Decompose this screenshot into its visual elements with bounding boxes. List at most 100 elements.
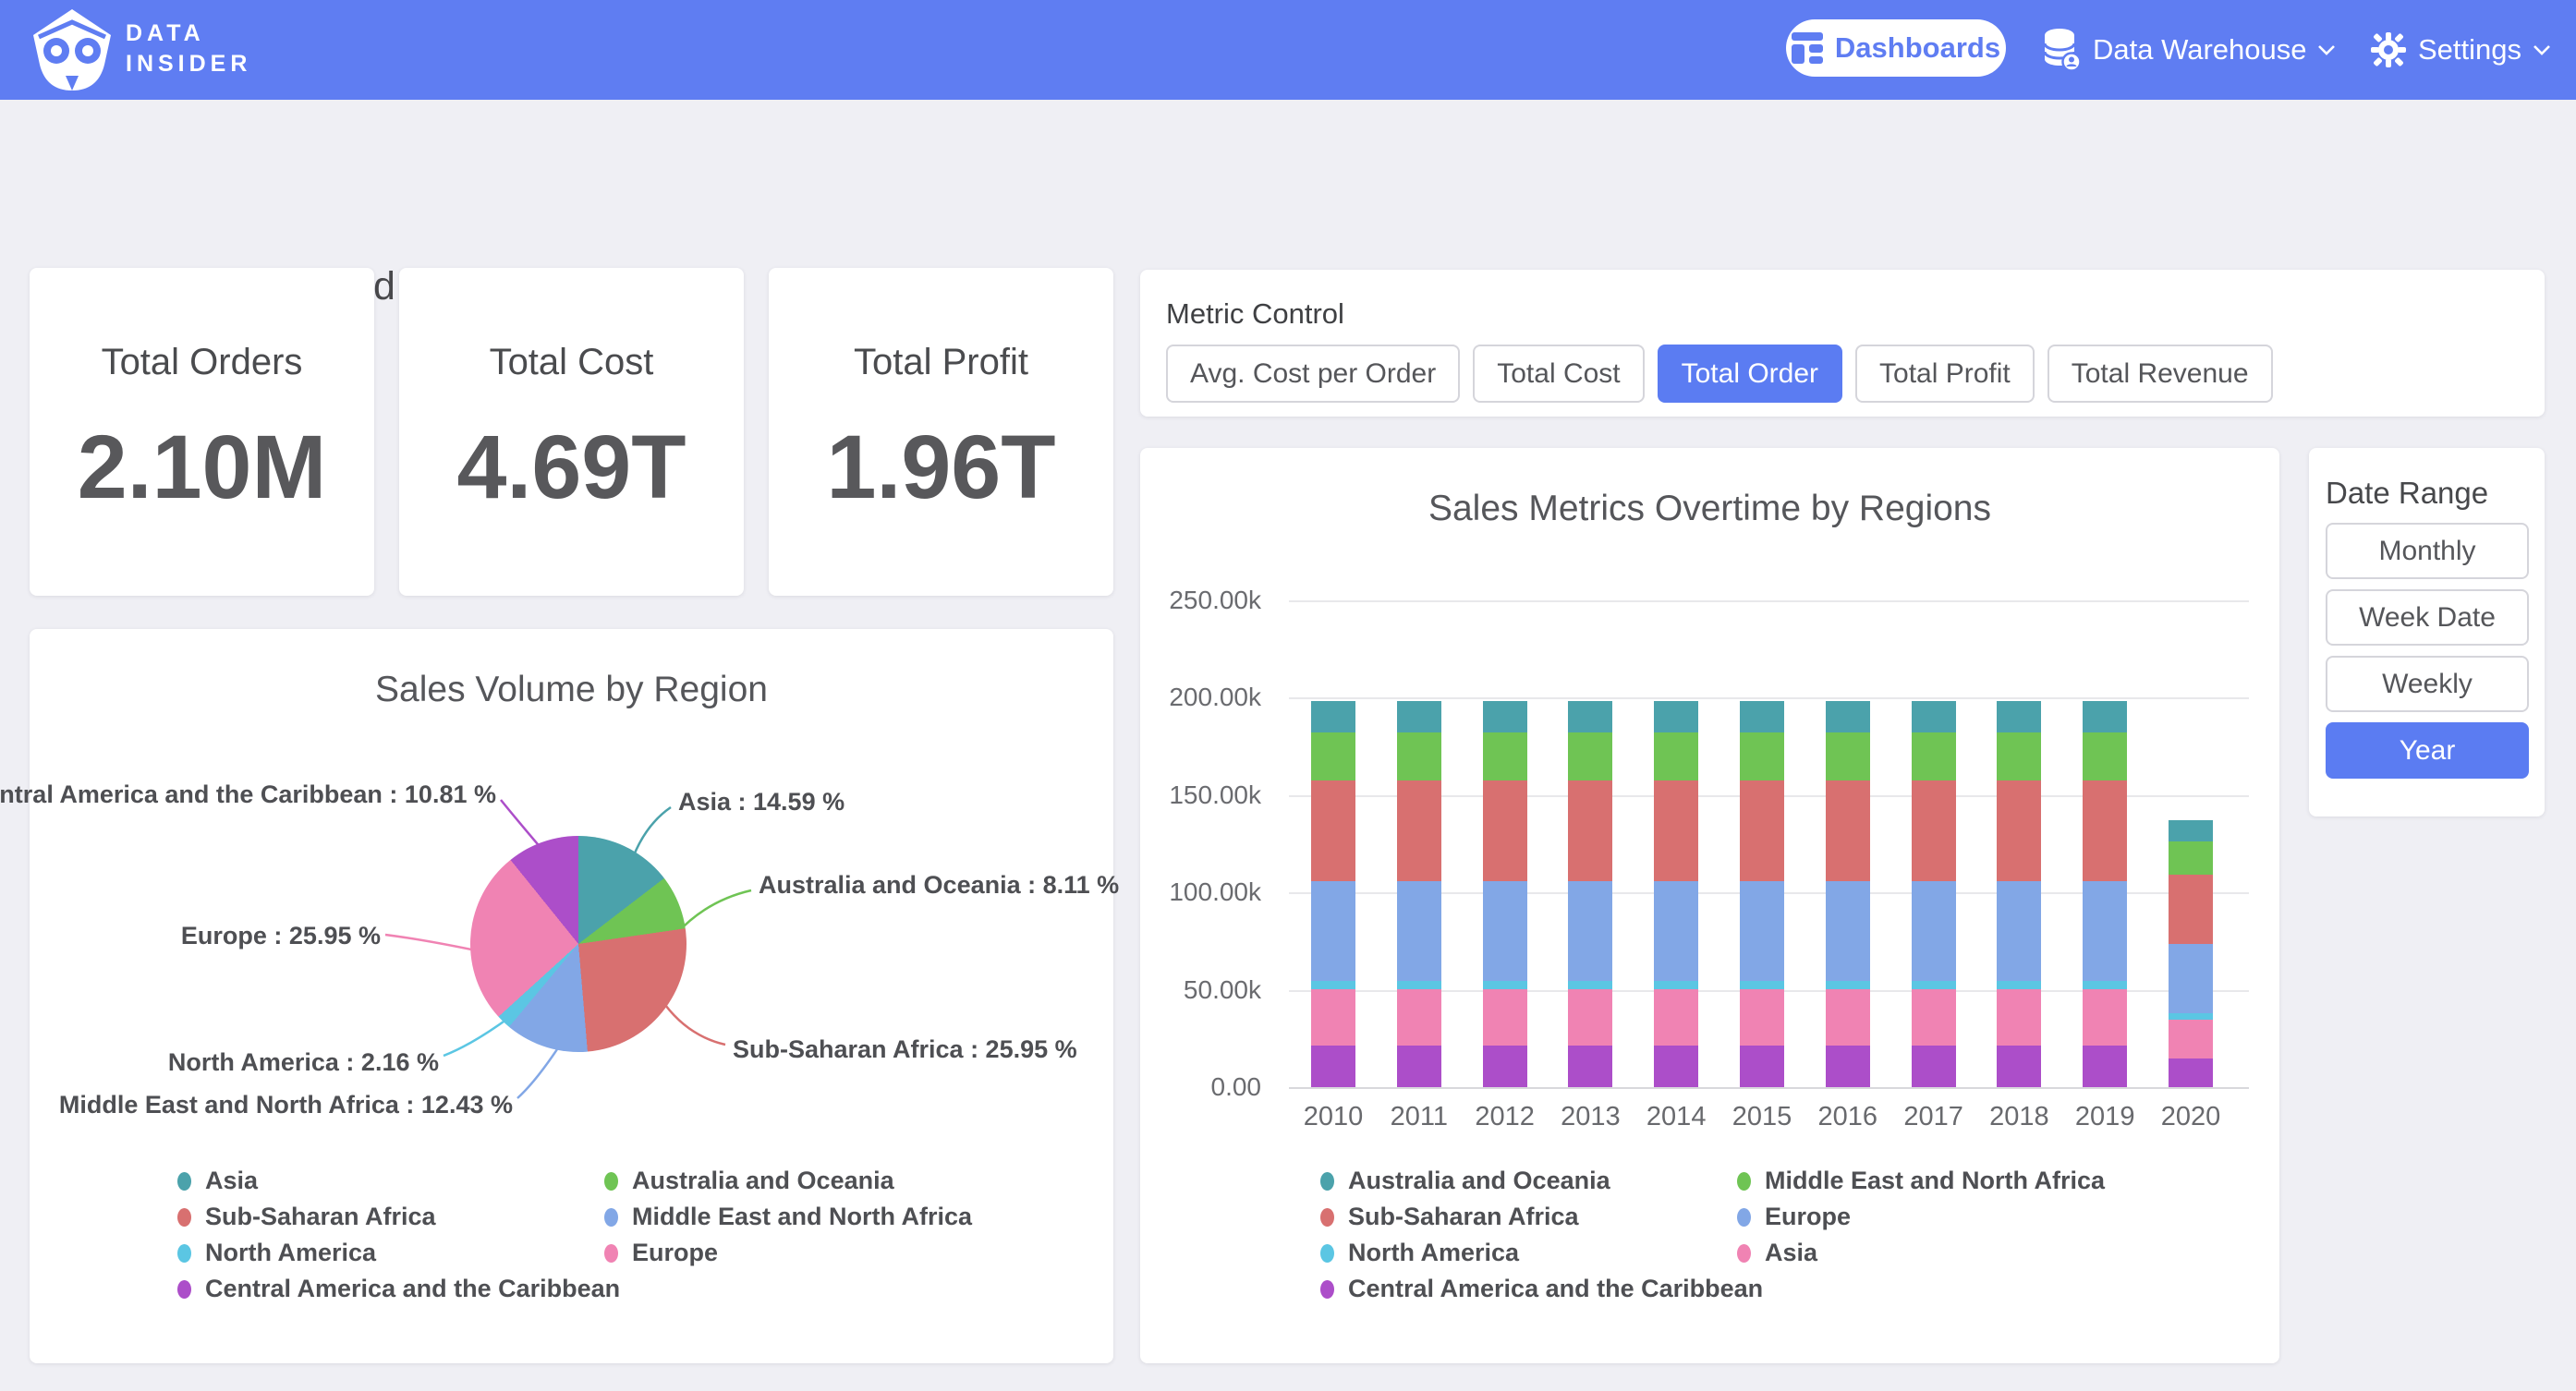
nav-settings-label: Settings bbox=[2418, 33, 2521, 67]
legend-dot-icon bbox=[1737, 1208, 1751, 1227]
pie-slice-label: Middle East and North Africa : 12.43 % bbox=[59, 1091, 513, 1119]
legend-item[interactable]: Asia bbox=[1737, 1235, 2105, 1271]
legend-item[interactable]: North America bbox=[177, 1235, 620, 1271]
bar-segment bbox=[1483, 1046, 1527, 1087]
brand-line2: INSIDER bbox=[126, 49, 251, 79]
bar-segment bbox=[1826, 780, 1870, 880]
date-range-card: Date Range MonthlyWeek DateWeeklyYear bbox=[2309, 448, 2545, 816]
legend-dot-icon bbox=[1320, 1280, 1334, 1299]
bar-segment bbox=[2169, 820, 2213, 841]
legend-item[interactable]: Asia bbox=[177, 1163, 620, 1199]
page-header: Sales Dashboard Add Filter Boost: Off bbox=[0, 100, 2576, 238]
legend-item[interactable]: Central America and the Caribbean bbox=[177, 1271, 620, 1307]
legend-item[interactable]: Europe bbox=[604, 1235, 972, 1271]
legend-item[interactable]: Middle East and North Africa bbox=[1737, 1163, 2105, 1199]
legend-label: Middle East and North Africa bbox=[632, 1203, 972, 1231]
bar-2019 bbox=[2083, 701, 2127, 1087]
metric-button-total-order[interactable]: Total Order bbox=[1658, 345, 1842, 403]
bar-segment bbox=[1997, 989, 2041, 1046]
bar-segment bbox=[1826, 989, 1870, 1046]
bar-segment bbox=[2083, 780, 2127, 880]
bar-segment bbox=[1740, 981, 1784, 989]
bar-segment bbox=[2169, 1058, 2213, 1087]
bar-2016 bbox=[1826, 701, 1870, 1087]
legend-label: Europe bbox=[632, 1239, 718, 1267]
bar-segment bbox=[1483, 881, 1527, 981]
nav-data-warehouse-label: Data Warehouse bbox=[2093, 33, 2306, 67]
bar-segment bbox=[1311, 701, 1355, 732]
kpi-value: 4.69T bbox=[399, 416, 744, 519]
legend-dot-icon bbox=[1320, 1208, 1334, 1227]
bar-segment bbox=[2169, 1020, 2213, 1058]
legend-dot-icon bbox=[604, 1244, 618, 1263]
bar-segment bbox=[1654, 989, 1698, 1046]
bar-segment bbox=[1397, 881, 1441, 981]
legend-column: Australia and OceaniaSub-Saharan Africa N… bbox=[1320, 1163, 1763, 1307]
bar-segment bbox=[1654, 732, 1698, 780]
legend-item[interactable]: Australia and Oceania bbox=[1320, 1163, 1763, 1199]
legend-item[interactable]: North America bbox=[1320, 1235, 1763, 1271]
legend-item[interactable]: Sub-Saharan Africa bbox=[177, 1199, 620, 1235]
bar-2015 bbox=[1740, 701, 1784, 1087]
bar-segment bbox=[1912, 780, 1956, 880]
bar-segment bbox=[1397, 1046, 1441, 1087]
app-root: DATA INSIDER Dashboards Data Ware bbox=[0, 0, 2576, 1391]
metric-button-total-profit[interactable]: Total Profit bbox=[1855, 345, 2035, 403]
metric-button-total-cost[interactable]: Total Cost bbox=[1473, 345, 1644, 403]
database-icon bbox=[2044, 28, 2081, 72]
legend-dot-icon bbox=[1737, 1172, 1751, 1191]
kpi-label: Total Cost bbox=[399, 342, 744, 383]
bar-segment bbox=[1826, 981, 1870, 989]
bar-segment bbox=[1483, 981, 1527, 989]
pie-leader-line bbox=[665, 1005, 725, 1045]
legend-label: Europe bbox=[1765, 1203, 1851, 1231]
x-axis-tick-label: 2017 bbox=[1903, 1102, 1963, 1132]
date-range-button-year[interactable]: Year bbox=[2326, 722, 2529, 779]
y-axis-tick-label: 50.00k bbox=[1150, 975, 1261, 1005]
metric-control-title: Metric Control bbox=[1166, 297, 1344, 331]
bar-segment bbox=[1397, 989, 1441, 1046]
bar-segment bbox=[1568, 881, 1612, 981]
bar-segment bbox=[1311, 780, 1355, 880]
legend-dot-icon bbox=[1320, 1172, 1334, 1191]
x-axis-tick-label: 2012 bbox=[1475, 1102, 1535, 1132]
nav-data-warehouse-button[interactable]: Data Warehouse bbox=[2044, 0, 2335, 100]
bar-2010 bbox=[1311, 701, 1355, 1087]
nav-dashboards-button[interactable]: Dashboards bbox=[1786, 19, 2006, 77]
legend-item[interactable]: Sub-Saharan Africa bbox=[1320, 1199, 1763, 1235]
pie-chart bbox=[470, 836, 687, 1052]
y-axis-tick-label: 250.00k bbox=[1150, 586, 1261, 615]
metric-button-total-revenue[interactable]: Total Revenue bbox=[2047, 345, 2273, 403]
x-axis-tick-label: 2020 bbox=[2161, 1102, 2221, 1132]
bar-segment bbox=[1997, 881, 2041, 981]
legend-column: Middle East and North Africa Europe Asia bbox=[1737, 1163, 2105, 1271]
legend-dot-icon bbox=[604, 1208, 618, 1227]
legend-label: Central America and the Caribbean bbox=[1348, 1275, 1763, 1303]
date-range-button-week-date[interactable]: Week Date bbox=[2326, 589, 2529, 646]
nav-dashboards-label: Dashboards bbox=[1835, 31, 2000, 65]
legend-label: North America bbox=[1348, 1239, 1519, 1267]
date-range-button-monthly[interactable]: Monthly bbox=[2326, 523, 2529, 579]
date-range-button-weekly[interactable]: Weekly bbox=[2326, 656, 2529, 712]
legend-item[interactable]: Middle East and North Africa bbox=[604, 1199, 972, 1235]
nav-settings-button[interactable]: Settings bbox=[2371, 0, 2550, 100]
bar-segment bbox=[1397, 732, 1441, 780]
pie-slice-label: Central America and the Caribbean : 10.8… bbox=[0, 780, 496, 809]
legend-column: AsiaSub-Saharan AfricaNorth AmericaCentr… bbox=[177, 1163, 620, 1307]
bar-chart-title: Sales Metrics Overtime by Regions bbox=[1140, 489, 2279, 529]
legend-item[interactable]: Central America and the Caribbean bbox=[1320, 1271, 1763, 1307]
legend-label: Middle East and North Africa bbox=[1765, 1167, 2105, 1195]
bar-segment bbox=[1912, 981, 1956, 989]
chevron-down-icon bbox=[2318, 45, 2335, 55]
legend-item[interactable]: Australia and Oceania bbox=[604, 1163, 972, 1199]
metric-button-avg-cost-per-order[interactable]: Avg. Cost per Order bbox=[1166, 345, 1460, 403]
bar-segment bbox=[1568, 981, 1612, 989]
legend-item[interactable]: Europe bbox=[1737, 1199, 2105, 1235]
bar-segment bbox=[2083, 881, 2127, 981]
kpi-card-total-orders: Total Orders 2.10M bbox=[30, 268, 374, 596]
bar-segment bbox=[1397, 780, 1441, 880]
legend-dot-icon bbox=[177, 1244, 191, 1263]
bar-segment bbox=[2083, 981, 2127, 989]
kpi-value: 2.10M bbox=[30, 416, 374, 519]
top-navbar: DATA INSIDER Dashboards Data Ware bbox=[0, 0, 2576, 100]
